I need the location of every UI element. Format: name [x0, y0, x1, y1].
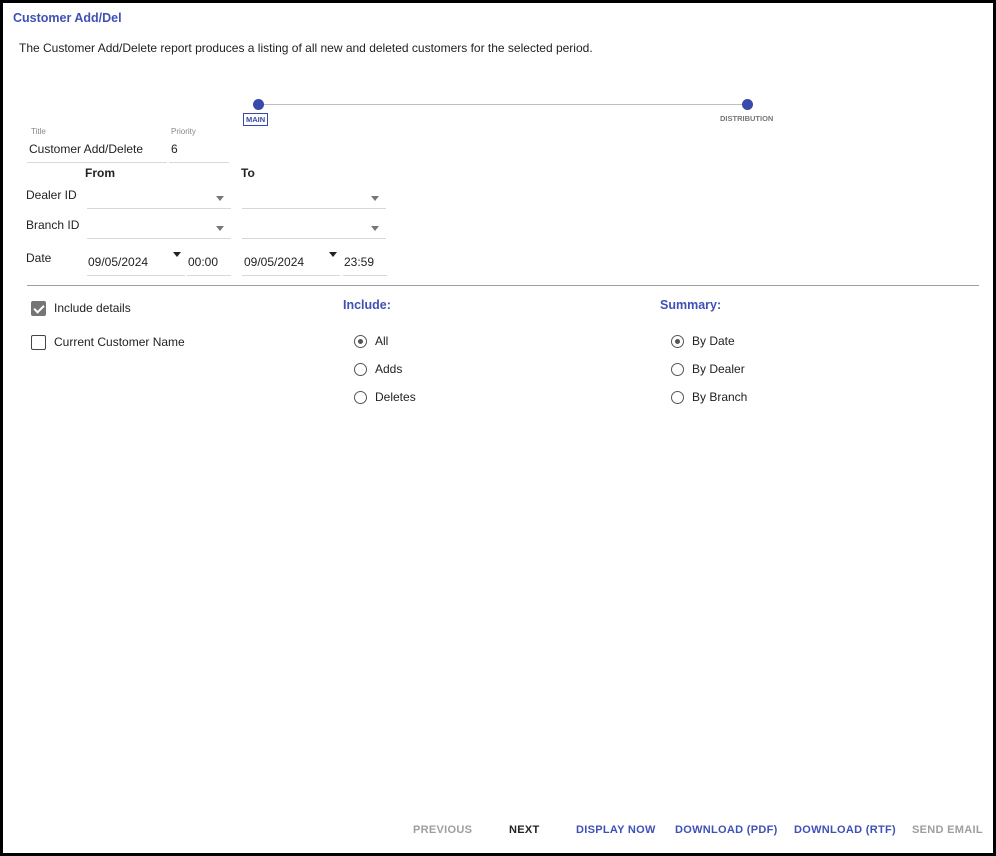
priority-underline [169, 162, 229, 163]
dealer-to-underline [242, 208, 386, 209]
report-panel: Customer Add/Del The Customer Add/Delete… [0, 0, 996, 856]
summary-by-dealer-radio[interactable] [671, 363, 684, 376]
stepper-track [259, 104, 748, 105]
to-heading: To [241, 166, 255, 180]
download-rtf-button[interactable]: DOWNLOAD (RTF) [794, 824, 896, 836]
time-to-underline [343, 275, 387, 276]
include-adds-radio[interactable] [354, 363, 367, 376]
step-main-dot[interactable] [253, 99, 264, 110]
title-input[interactable]: Customer Add/Delete [29, 142, 143, 156]
date-from-underline [87, 275, 185, 276]
report-description: The Customer Add/Delete report produces … [19, 41, 593, 55]
from-heading: From [85, 166, 115, 180]
dealer-id-to-select[interactable] [244, 191, 384, 207]
branch-id-label: Branch ID [26, 218, 80, 232]
previous-button[interactable]: PREVIOUS [413, 824, 472, 836]
include-details-checkbox[interactable] [31, 301, 46, 316]
current-customer-name-checkbox[interactable] [31, 335, 46, 350]
branch-id-to-select[interactable] [244, 221, 384, 237]
summary-by-branch-radio[interactable] [671, 391, 684, 404]
time-from-input[interactable]: 00:00 [188, 255, 218, 269]
branch-to-underline [242, 238, 386, 239]
summary-by-date-label[interactable]: By Date [692, 334, 735, 348]
summary-by-date-radio[interactable] [671, 335, 684, 348]
send-email-button[interactable]: SEND EMAIL [912, 824, 983, 836]
include-all-radio[interactable] [354, 335, 367, 348]
include-heading: Include: [343, 298, 391, 312]
section-divider [27, 285, 979, 286]
calendar-dropdown-icon[interactable] [329, 252, 337, 257]
current-customer-name-label[interactable]: Current Customer Name [54, 335, 185, 349]
priority-input[interactable]: 6 [171, 142, 178, 156]
include-adds-label[interactable]: Adds [375, 362, 402, 376]
date-from-input[interactable]: 09/05/2024 [88, 255, 148, 269]
summary-by-dealer-label[interactable]: By Dealer [692, 362, 745, 376]
branch-id-from-select[interactable] [89, 221, 229, 237]
title-underline [27, 162, 167, 163]
next-button[interactable]: NEXT [509, 824, 540, 836]
time-to-input[interactable]: 23:59 [344, 255, 374, 269]
step-distribution-label[interactable]: DISTRIBUTION [720, 114, 773, 123]
title-field-label: Title [31, 127, 46, 136]
dealer-from-underline [87, 208, 231, 209]
date-to-input[interactable]: 09/05/2024 [244, 255, 304, 269]
chevron-down-icon[interactable] [216, 196, 224, 201]
include-deletes-label[interactable]: Deletes [375, 390, 416, 404]
download-pdf-button[interactable]: DOWNLOAD (PDF) [675, 824, 778, 836]
calendar-dropdown-icon[interactable] [173, 252, 181, 257]
chevron-down-icon[interactable] [371, 226, 379, 231]
dealer-id-from-select[interactable] [89, 191, 229, 207]
step-main-label[interactable]: MAIN [243, 113, 269, 126]
priority-field-label: Priority [171, 127, 196, 136]
summary-heading: Summary: [660, 298, 722, 312]
branch-from-underline [87, 238, 231, 239]
date-label: Date [26, 251, 52, 265]
dealer-id-label: Dealer ID [26, 188, 77, 202]
include-all-label[interactable]: All [375, 334, 388, 348]
display-now-button[interactable]: DISPLAY NOW [576, 824, 656, 836]
time-from-underline [187, 275, 231, 276]
date-to-underline [242, 275, 340, 276]
chevron-down-icon[interactable] [371, 196, 379, 201]
include-deletes-radio[interactable] [354, 391, 367, 404]
include-details-label[interactable]: Include details [54, 301, 131, 315]
summary-by-branch-label[interactable]: By Branch [692, 390, 747, 404]
chevron-down-icon[interactable] [216, 226, 224, 231]
page-title: Customer Add/Del [13, 11, 122, 25]
step-distribution-dot[interactable] [742, 99, 753, 110]
